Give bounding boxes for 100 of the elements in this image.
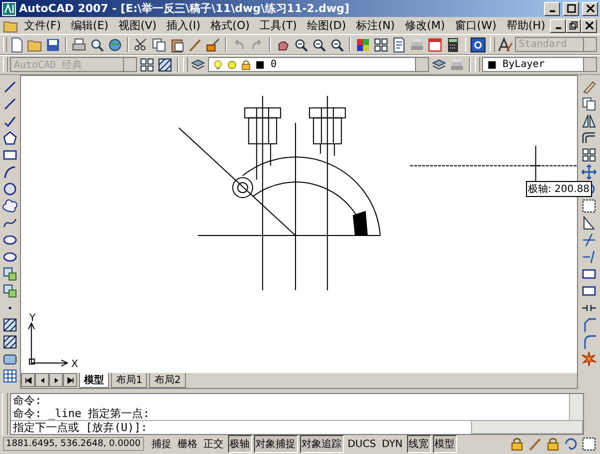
stretch-icon[interactable]: [581, 214, 597, 231]
previous-tab-button[interactable]: [35, 373, 49, 388]
menu-item[interactable]: 编辑(E): [66, 18, 114, 34]
sun-icon: [226, 58, 238, 71]
zoom-icon[interactable]: [328, 36, 345, 53]
hatch-icon[interactable]: [156, 56, 173, 73]
hatch-icon[interactable]: [2, 334, 18, 350]
last-icon: [66, 376, 74, 384]
eraser-icon[interactable]: [581, 78, 597, 95]
menu-item[interactable]: 工具(T): [254, 18, 302, 34]
status-toggle[interactable]: 栅格: [176, 435, 200, 454]
minimize-button[interactable]: [550, 18, 566, 33]
y-axis-label: Y: [29, 313, 36, 324]
command-history-line: 命令:: [13, 394, 43, 407]
copy-icon[interactable]: [151, 36, 168, 53]
paste-icon[interactable]: [169, 36, 186, 53]
sheet-icon[interactable]: [390, 36, 406, 53]
grid-icon[interactable]: [138, 56, 155, 73]
status-toggle[interactable]: 正交: [202, 435, 226, 454]
status-toggle[interactable]: DUCS: [346, 436, 378, 452]
polygon-icon[interactable]: [2, 130, 18, 146]
printer-icon[interactable]: [71, 36, 88, 53]
text-style-icon[interactable]: [496, 36, 513, 53]
next-tab-button[interactable]: [49, 373, 63, 388]
page-icon[interactable]: [9, 36, 26, 53]
menu-item[interactable]: 格式(O): [205, 18, 255, 34]
scale-icon[interactable]: [581, 436, 597, 452]
menu-item[interactable]: 视图(V): [113, 18, 162, 34]
lock-icon: [240, 58, 252, 71]
status-toggle[interactable]: 线宽: [406, 435, 431, 454]
status-toggle[interactable]: 对象追踪: [300, 435, 344, 454]
hatch-icon[interactable]: [2, 316, 18, 333]
circle-icon[interactable]: [2, 180, 18, 197]
swatch-icon: [254, 58, 266, 71]
close-button[interactable]: [582, 2, 598, 16]
lock-icon[interactable]: [545, 436, 561, 452]
block-icon[interactable]: [2, 282, 18, 299]
vertical-scrollbar[interactable]: [569, 394, 583, 420]
status-toggle[interactable]: 模型: [432, 435, 457, 454]
coordinates-readout: 1881.6495, 536.2648, 0.0000: [3, 437, 144, 452]
move-icon[interactable]: [581, 164, 597, 180]
status-toggle[interactable]: 极轴: [228, 435, 252, 454]
globe-icon[interactable]: [107, 36, 124, 53]
cloud-icon[interactable]: [2, 198, 18, 214]
layout-tab[interactable]: 布局1: [111, 372, 148, 388]
command-history-line: 命令: _line 指定第一点:: [13, 406, 151, 420]
menu-item[interactable]: 窗口(W): [450, 18, 502, 34]
status-toggle[interactable]: 捕捉: [150, 435, 174, 454]
trim-icon[interactable]: [581, 232, 597, 248]
close-button[interactable]: [581, 18, 597, 33]
menu-item[interactable]: 文件(F): [19, 18, 66, 34]
mirror-icon[interactable]: [581, 112, 597, 129]
first-tab-button[interactable]: [21, 373, 35, 388]
zoom-icon[interactable]: [292, 36, 309, 53]
brush-icon[interactable]: [527, 436, 543, 452]
copy-icon[interactable]: [581, 96, 597, 112]
rotate-icon[interactable]: [563, 436, 579, 452]
close-icon: [584, 21, 594, 30]
line-icon[interactable]: [2, 78, 18, 95]
magnifier-icon[interactable]: [89, 36, 106, 53]
status-toggle[interactable]: DYN: [380, 436, 405, 452]
maximize-button[interactable]: [563, 2, 579, 16]
zoom-icon[interactable]: [310, 36, 327, 53]
window-icon[interactable]: [426, 36, 442, 53]
command-prompt: 指定下一点或 [放弃(U)]:: [13, 420, 148, 434]
window-title: AutoCAD 2007 - [E:\举一反三\稿子\11\dwg\练习11-2.dwg]: [19, 1, 350, 16]
restore-icon: [569, 21, 578, 30]
horizontal-scrollbar[interactable]: [471, 420, 583, 434]
menu-item[interactable]: 绘图(D): [302, 18, 352, 34]
arc-icon[interactable]: [2, 164, 18, 180]
app-logo-icon: [2, 2, 16, 16]
block-icon[interactable]: [2, 266, 18, 282]
layout-tab[interactable]: 模型: [79, 372, 109, 388]
layer-dropdown[interactable]: 0: [208, 57, 429, 72]
polar-tooltip: 极轴: 200.88: [526, 180, 592, 197]
grid-icon[interactable]: [372, 36, 388, 53]
lock-icon[interactable]: [509, 436, 525, 452]
table-icon[interactable]: [2, 368, 18, 384]
offset-icon[interactable]: [581, 130, 597, 146]
color-dropdown[interactable]: ByLayer: [482, 57, 597, 72]
explode-icon[interactable]: [581, 350, 597, 367]
menu-item[interactable]: 修改(M): [400, 18, 450, 34]
palette-icon[interactable]: [354, 36, 370, 53]
extend-icon[interactable]: [581, 248, 597, 265]
menu-item[interactable]: 标注(N): [351, 18, 400, 34]
ucs-icon: [28, 322, 68, 366]
grid-icon[interactable]: [581, 146, 597, 163]
stamp-icon[interactable]: [205, 36, 222, 53]
maximize-icon: [566, 4, 576, 14]
line-icon[interactable]: [2, 96, 18, 112]
restore-button[interactable]: [566, 18, 582, 33]
menu-item[interactable]: 帮助(H): [501, 18, 550, 34]
minimize-button[interactable]: [544, 2, 560, 16]
last-tab-button[interactable]: [63, 373, 77, 388]
menu-item[interactable]: 插入(I): [162, 18, 206, 34]
x-axis-label: X: [71, 358, 78, 370]
scale-icon[interactable]: [581, 198, 597, 214]
status-toggle[interactable]: 对象捕捉: [254, 435, 298, 454]
layout-tab[interactable]: 布局2: [149, 372, 186, 388]
command-window[interactable]: 命令: 命令: _line 指定第一点: 指定下一点或 [放弃(U)]:: [10, 392, 584, 435]
